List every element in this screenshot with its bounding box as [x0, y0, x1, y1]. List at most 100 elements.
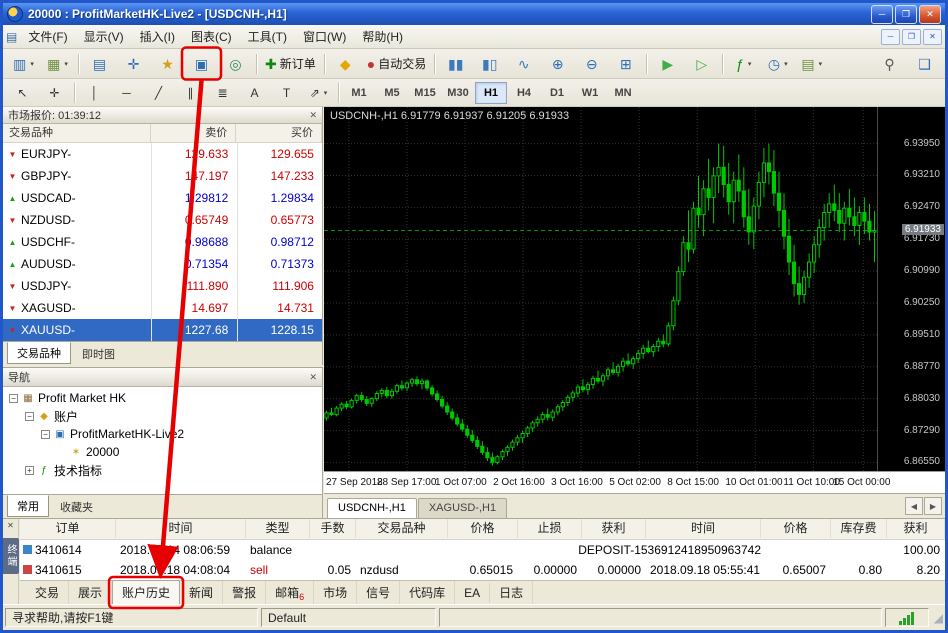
chart-candles-button[interactable]: ▮▯ — [473, 51, 506, 77]
tab-trade[interactable]: 交易 — [26, 581, 69, 604]
restore-button[interactable]: ❐ — [895, 5, 917, 24]
new-order-button[interactable]: ✚新订单 — [261, 51, 320, 77]
tab-symbols[interactable]: 交易品种 — [7, 342, 71, 364]
tab-ea[interactable]: EA — [455, 583, 490, 603]
chart-shift-button[interactable]: ▷ — [685, 51, 718, 77]
timeframe-d1-button[interactable]: D1 — [541, 82, 573, 104]
tile-windows-button[interactable]: ⊞ — [609, 51, 642, 77]
menu-item-0[interactable]: 文件(F) — [20, 25, 75, 48]
terminal-column-header-7[interactable]: 获利 — [582, 519, 646, 538]
market-watch-button[interactable]: ▤ — [83, 51, 116, 77]
terminal-column-header-8[interactable]: 时间 — [646, 519, 761, 538]
terminal-close-icon[interactable]: ✕ — [7, 521, 14, 530]
timeframe-w1-button[interactable]: W1 — [574, 82, 606, 104]
expand-icon[interactable]: + — [25, 466, 34, 475]
menu-item-3[interactable]: 图表(C) — [183, 25, 240, 48]
collapse-icon[interactable]: − — [41, 430, 50, 439]
menu-item-2[interactable]: 插入(I) — [132, 25, 183, 48]
metaeditor-button[interactable]: ◆ — [329, 51, 362, 77]
resize-grip-icon[interactable]: ◢ — [934, 611, 943, 625]
market-watch-row[interactable]: ▲USDCHF-0.986880.98712 — [3, 231, 322, 253]
chart-tab-usdcnh-h1[interactable]: USDCNH-,H1 — [327, 498, 417, 518]
timeframe-m5-button[interactable]: M5 — [376, 82, 408, 104]
chart-bars-button[interactable]: ▮▮ — [439, 51, 472, 77]
timeframe-mn-button[interactable]: MN — [607, 82, 639, 104]
close-icon[interactable]: ✕ — [309, 110, 317, 121]
tab-alerts[interactable]: 警报 — [223, 581, 266, 604]
terminal-column-header-4[interactable]: 交易品种 — [356, 519, 448, 538]
autotrade-button[interactable]: ●自动交易 — [363, 51, 430, 77]
child-restore-button[interactable]: ❐ — [902, 29, 921, 45]
market-watch-row[interactable]: ▼XAGUSD-14.69714.731 — [3, 297, 322, 319]
tab-mailbox[interactable]: 邮箱6 — [266, 581, 314, 604]
timeframe-m30-button[interactable]: M30 — [442, 82, 474, 104]
tab-favorites[interactable]: 收藏夹 — [51, 497, 102, 517]
terminal-column-header-3[interactable]: 手数 — [310, 519, 356, 538]
horizontal-line-button[interactable]: ─ — [111, 81, 142, 104]
scroll-right-icon[interactable]: ▶ — [924, 497, 942, 515]
tab-common[interactable]: 常用 — [7, 495, 49, 517]
status-profile[interactable]: Default — [261, 608, 436, 627]
terminal-row[interactable]: 34106152018.09.18 04:08:04sell0.05nzdusd… — [20, 560, 945, 580]
timeframe-m15-button[interactable]: M15 — [409, 82, 441, 104]
timeframe-m1-button[interactable]: M1 — [343, 82, 375, 104]
terminal-column-header-1[interactable]: 时间 — [116, 519, 246, 538]
navigator-button[interactable]: ★ — [151, 51, 184, 77]
menu-item-6[interactable]: 帮助(H) — [354, 25, 411, 48]
indicators-button[interactable]: ƒ▾ — [727, 51, 760, 77]
navigator-item[interactable]: +ƒ技术指标 — [3, 461, 322, 479]
navigator-item[interactable]: −▣ProfitMarketHK-Live2 — [3, 425, 322, 443]
close-button[interactable]: ✕ — [919, 5, 941, 24]
terminal-column-header-6[interactable]: 止损 — [518, 519, 582, 538]
zoom-out-button[interactable]: ⊖ — [575, 51, 608, 77]
menu-item-5[interactable]: 窗口(W) — [295, 25, 354, 48]
child-minimize-button[interactable]: ─ — [881, 29, 900, 45]
market-watch-row[interactable]: ▲AUDUSD-0.713540.71373 — [3, 253, 322, 275]
timeframe-h4-button[interactable]: H4 — [508, 82, 540, 104]
chart-line-button[interactable]: ∿ — [507, 51, 540, 77]
market-watch-row[interactable]: ▼GBPJPY-147.197147.233 — [3, 165, 322, 187]
tab-signals[interactable]: 信号 — [357, 581, 400, 604]
menu-item-4[interactable]: 工具(T) — [240, 25, 295, 48]
tab-exposure[interactable]: 展示 — [69, 581, 112, 604]
terminal-column-header-11[interactable]: 获利 — [887, 519, 945, 538]
text-button[interactable]: A — [239, 81, 270, 104]
zoom-in-button[interactable]: ⊕ — [541, 51, 574, 77]
navigator-item[interactable]: −▦Profit Market HK — [3, 389, 322, 407]
terminal-column-header-9[interactable]: 价格 — [761, 519, 831, 538]
crosshair-button[interactable]: ✛ — [39, 81, 70, 104]
terminal-column-header-2[interactable]: 类型 — [246, 519, 310, 538]
tab-market[interactable]: 市场 — [314, 581, 357, 604]
strategy-tester-button[interactable]: ◎ — [219, 51, 252, 77]
profiles-button[interactable]: ▦▾ — [41, 51, 74, 77]
fibonacci-button[interactable]: ≣ — [207, 81, 238, 104]
arrows-button[interactable]: ⇗▾ — [303, 81, 334, 104]
terminal-column-header-10[interactable]: 库存费 — [831, 519, 887, 538]
tab-account-history[interactable]: 账户历史 — [112, 580, 180, 605]
collapse-icon[interactable]: − — [9, 394, 18, 403]
chart-tab-xagusd-h1[interactable]: XAGUSD-,H1 — [418, 498, 507, 518]
menu-item-1[interactable]: 显示(V) — [76, 25, 132, 48]
periods-button[interactable]: ◷▾ — [761, 51, 794, 77]
navigator-item[interactable]: −◆账户 — [3, 407, 322, 425]
templates-button[interactable]: ▤▾ — [795, 51, 828, 77]
terminal-column-header-0[interactable]: 订单 — [20, 519, 116, 538]
market-watch-row[interactable]: ▼USDJPY-111.890111.906 — [3, 275, 322, 297]
tab-news[interactable]: 新闻 — [180, 581, 223, 604]
auto-scroll-button[interactable]: ▶ — [651, 51, 684, 77]
equidistant-channel-button[interactable]: ∥ — [175, 81, 206, 104]
terminal-column-header-5[interactable]: 价格 — [448, 519, 518, 538]
collapse-icon[interactable]: − — [25, 412, 34, 421]
tab-code-base[interactable]: 代码库 — [400, 581, 455, 604]
trendline-button[interactable]: ╱ — [143, 81, 174, 104]
terminal-row[interactable]: 34106142018.09.14 08:06:59balance100.00D… — [20, 540, 945, 560]
minimize-button[interactable]: ─ — [871, 5, 893, 24]
navigator-item[interactable]: ✶20000 — [3, 443, 322, 461]
close-icon[interactable]: ✕ — [309, 372, 317, 383]
market-watch-row[interactable]: ▼XAUUSD-1227.681228.15 — [3, 319, 322, 341]
market-watch-row[interactable]: ▼EURJPY-129.633129.655 — [3, 143, 322, 165]
cursor-button[interactable]: ↖ — [7, 81, 38, 104]
chart-plot-area[interactable]: USDCNH-,H1 6.91779 6.91937 6.91205 6.919… — [324, 107, 945, 471]
text-label-button[interactable]: T — [271, 81, 302, 104]
data-window-button[interactable]: ✛ — [117, 51, 150, 77]
